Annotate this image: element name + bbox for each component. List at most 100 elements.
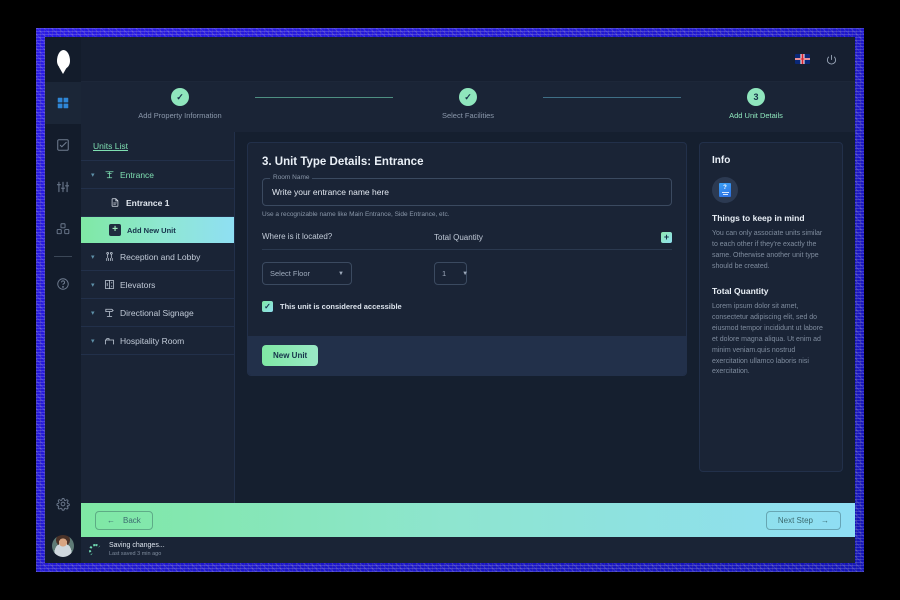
card-footer: New Unit	[248, 336, 686, 375]
chevron-down-icon: ▾	[91, 171, 95, 179]
content-column: ✓ Add Property Information ✓ Select Faci…	[81, 82, 855, 563]
unit-item-directional-signage[interactable]: ▾ Directional Signage	[81, 299, 234, 327]
room-name-field[interactable]: Room Name Write your entrance name here	[262, 174, 672, 206]
sidebar-item-help[interactable]	[45, 263, 81, 305]
save-status-text: Saving changes... Last saved 3 min ago	[109, 542, 165, 558]
step-marker: 3	[747, 88, 765, 106]
save-status-primary: Saving changes...	[109, 542, 165, 550]
checkbox-edit-icon	[57, 139, 69, 151]
step-add-property-information[interactable]: ✓ Add Property Information	[105, 88, 255, 120]
help-circle-icon	[57, 278, 69, 290]
save-status-bar: Saving changes... Last saved 3 min ago	[81, 537, 855, 563]
unit-item-entrance[interactable]: ▾ Entrance	[81, 161, 234, 189]
info-panel: Info ? Things to keep in mind You can on…	[699, 132, 855, 503]
unit-item-elevators[interactable]: ▾ Elevators	[81, 271, 234, 299]
quantity-select[interactable]: 1 ▼	[434, 262, 469, 285]
sidebar-item-settings-sliders[interactable]	[45, 166, 81, 208]
step-add-unit-details[interactable]: 3 Add Unit Details	[681, 88, 831, 120]
add-row-plus-icon[interactable]: +	[661, 232, 672, 243]
rail-bottom	[45, 483, 81, 563]
page-title: 3. Unit Type Details: Entrance	[262, 156, 424, 168]
located-column: Where is it located?	[262, 232, 434, 243]
info-card: Info ? Things to keep in mind You can on…	[699, 142, 843, 472]
floor-select-value: Select Floor	[270, 269, 311, 278]
units-list-panel: Units List ▾ Entrance Entrance 1 + Add N…	[81, 132, 235, 503]
unit-item-label: Hospitality Room	[120, 335, 185, 346]
sidebar-item-modules[interactable]	[45, 208, 81, 250]
elevator-icon	[104, 279, 115, 290]
arrow-right-icon: →	[821, 515, 829, 525]
qty-select-column: 1 ▼	[434, 262, 672, 285]
avatar[interactable]	[52, 535, 74, 557]
uk-flag-icon[interactable]	[795, 54, 810, 64]
unit-item-reception-and-lobby[interactable]: ▾ Reception and Lobby	[81, 243, 234, 271]
sidebar-item-settings[interactable]	[45, 483, 81, 525]
back-button-label: Back	[123, 515, 141, 525]
sidebar-item-dashboard[interactable]	[45, 82, 81, 124]
step-label: Add Unit Details	[729, 111, 783, 120]
wizard-footer: ← Back Next Step →	[81, 503, 855, 537]
info-body-1: You can only associate units similar to …	[712, 230, 823, 270]
quantity-select-value: 1	[442, 269, 447, 278]
floor-select-column: Select Floor ▼	[262, 262, 434, 285]
total-quantity-label: Total Quantity	[434, 233, 483, 242]
rail-divider	[54, 256, 72, 257]
new-unit-button[interactable]: New Unit	[262, 345, 319, 366]
room-name-label: Room Name	[270, 174, 313, 181]
unit-item-hospitality-room[interactable]: ▾ Hospitality Room	[81, 327, 234, 355]
loading-spinner-icon	[89, 543, 102, 557]
info-title: Info	[712, 155, 731, 166]
room-name-input[interactable]: Write your entrance name here	[272, 187, 389, 197]
add-new-unit-label: Add New Unit	[127, 225, 176, 235]
chevron-down-icon: ▾	[91, 253, 95, 261]
unit-child-label: Entrance 1	[126, 197, 170, 208]
chevron-down-icon: ▼	[462, 270, 469, 277]
accessible-checkbox[interactable]: ✓	[262, 301, 273, 312]
chevron-down-icon: ▾	[91, 281, 95, 289]
app-logo[interactable]	[45, 37, 81, 82]
reception-icon	[104, 251, 115, 262]
save-status-secondary: Last saved 3 min ago	[109, 550, 162, 557]
entrance-icon	[104, 169, 115, 180]
back-button[interactable]: ← Back	[95, 510, 153, 530]
info-heading-1: Things to keep in mind	[712, 213, 805, 223]
wizard-stepper: ✓ Add Property Information ✓ Select Faci…	[81, 82, 855, 132]
unit-item-label: Directional Signage	[120, 307, 194, 318]
step-marker: ✓	[459, 88, 477, 106]
unit-item-label: Entrance	[120, 169, 155, 180]
floor-select[interactable]: Select Floor ▼	[262, 262, 352, 285]
step-select-facilities[interactable]: ✓ Select Facilities	[393, 88, 543, 120]
signage-icon	[104, 307, 115, 318]
step-label: Select Facilities	[441, 111, 495, 120]
sidebar-item-tasks[interactable]	[45, 124, 81, 166]
unit-child-entrance-1[interactable]: Entrance 1	[81, 189, 234, 217]
accessible-checkbox-label: This unit is considered accessible	[280, 302, 402, 311]
power-icon[interactable]	[826, 54, 837, 65]
bed-icon	[104, 335, 115, 346]
location-quantity-header-row: Where is it located? Total Quantity +	[262, 232, 672, 243]
app-window: ✓ Add Property Information ✓ Select Faci…	[45, 37, 855, 563]
nav-rail	[45, 82, 81, 563]
add-new-unit-button[interactable]: + Add New Unit	[81, 217, 234, 243]
units-list-header[interactable]: Units List	[81, 132, 234, 161]
next-step-button[interactable]: Next Step →	[765, 510, 841, 530]
arrow-left-icon: ←	[107, 515, 115, 525]
quantity-column: Total Quantity +	[434, 232, 672, 243]
document-icon	[109, 197, 120, 208]
chevron-down-icon: ▼	[338, 270, 344, 277]
map-pin-icon	[56, 49, 70, 69]
unit-type-details-card: 3. Unit Type Details: Entrance Room Name…	[247, 142, 687, 376]
step-connector-1	[255, 97, 393, 98]
sliders-icon	[56, 181, 70, 193]
accessible-checkbox-row[interactable]: ✓ This unit is considered accessible	[262, 301, 672, 312]
header-actions	[795, 54, 855, 65]
app-body: ✓ Add Property Information ✓ Select Faci…	[45, 82, 855, 563]
booklet-line-2	[722, 194, 728, 195]
booklet-line-1	[721, 192, 729, 193]
location-quantity-input-row: Select Floor ▼ 1 ▼	[262, 262, 672, 285]
unit-item-label: Elevators	[120, 279, 156, 290]
chevron-down-icon: ▾	[91, 309, 95, 317]
form-area: 3. Unit Type Details: Entrance Room Name…	[235, 132, 699, 503]
step-label: Add Property Information	[138, 111, 222, 120]
unit-item-label: Reception and Lobby	[120, 251, 201, 262]
